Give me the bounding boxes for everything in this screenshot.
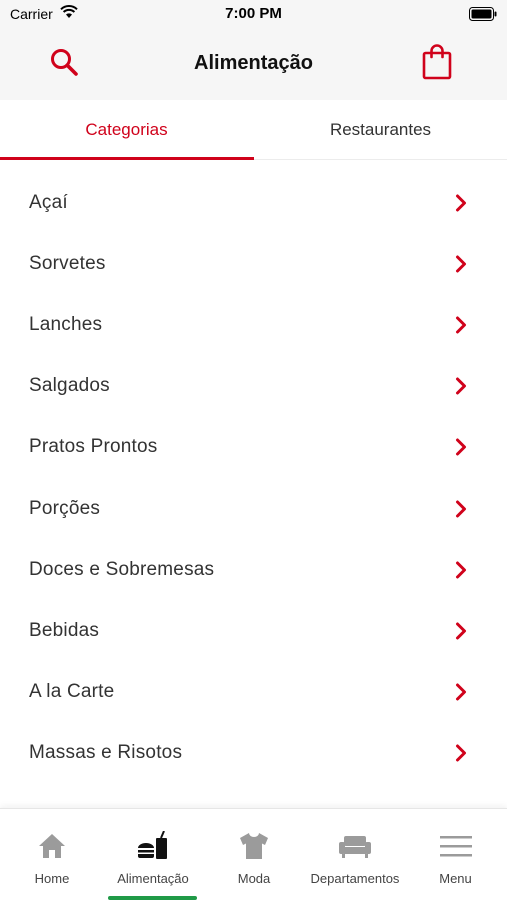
category-item-lanches[interactable]: Lanches [0,294,507,355]
active-nav-indicator [108,896,197,900]
chevron-right-icon [452,683,470,701]
menu-icon [439,829,473,863]
nav-departamentos[interactable]: Departamentos [306,809,404,900]
nav-menu[interactable]: Menu [404,809,507,900]
category-label: Porções [29,497,101,519]
tab-categorias[interactable]: Categorias [0,100,253,160]
chevron-right-icon [452,316,470,334]
chevron-right-icon [452,255,470,273]
category-label: Sorvetes [29,252,106,274]
status-time: 7:00 PM [225,5,282,22]
active-tab-indicator [0,157,254,160]
category-item-porcoes[interactable]: Porções [0,478,507,539]
tab-restaurantes[interactable]: Restaurantes [254,100,507,160]
category-label: Lanches [29,313,103,335]
shirt-icon [239,829,269,863]
nav-label: Departamentos [310,871,400,886]
app-header: Alimentação [0,30,507,100]
category-item-acai[interactable]: Açaí [0,172,507,233]
battery-icon [469,7,497,21]
category-label: Massas e Risotos [29,742,183,764]
nav-label: Home [34,871,70,886]
chevron-right-icon [452,194,470,212]
category-label: Salgados [29,375,110,397]
nav-label: Moda [237,871,271,886]
nav-home[interactable]: Home [0,809,104,900]
chevron-right-icon [452,744,470,762]
search-button[interactable] [46,44,82,80]
category-item-doces-e-sobremesas[interactable]: Doces e Sobremesas [0,539,507,600]
tab-bar: Categorias Restaurantes [0,100,507,160]
category-label: Doces e Sobremesas [29,558,215,580]
category-item-sorvetes[interactable]: Sorvetes [0,233,507,294]
status-bar: Carrier 7:00 PM [0,0,507,30]
category-label: Açaí [29,191,68,213]
shopping-bag-icon [422,44,452,80]
bottom-nav: Home Alimentação Moda Departamentos Menu [0,808,507,900]
category-item-a-la-carte[interactable]: A la Carte [0,662,507,723]
nav-moda[interactable]: Moda [202,809,306,900]
chevron-right-icon [452,377,470,395]
food-icon [136,829,170,863]
category-list: Açaí Sorvetes Lanches Salgados Pratos Pr… [0,172,507,784]
chevron-right-icon [452,622,470,640]
category-label: Pratos Prontos [29,436,158,458]
nav-label: Alimentação [117,871,189,886]
category-item-massas-e-risotos[interactable]: Massas e Risotos [0,723,507,784]
chevron-right-icon [452,500,470,518]
chevron-right-icon [452,561,470,579]
category-item-pratos-prontos[interactable]: Pratos Prontos [0,417,507,478]
category-item-bebidas[interactable]: Bebidas [0,600,507,661]
cart-button[interactable] [420,42,454,82]
category-item-salgados[interactable]: Salgados [0,356,507,417]
search-icon [51,49,78,76]
home-icon [38,829,66,863]
category-label: Bebidas [29,619,100,641]
sofa-icon [338,829,372,863]
chevron-right-icon [452,438,470,456]
nav-label: Menu [439,871,472,886]
category-label: A la Carte [29,681,115,703]
nav-alimentacao[interactable]: Alimentação [104,809,202,900]
